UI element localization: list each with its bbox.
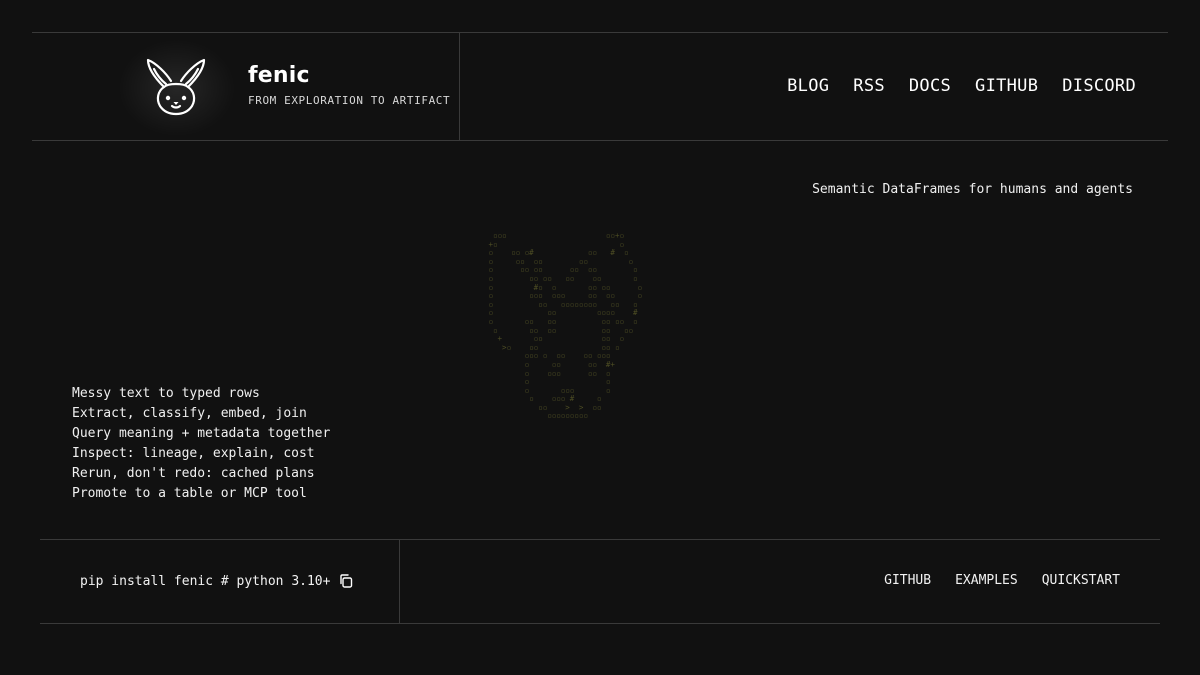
site-header: fenic FROM EXPLORATION TO ARTIFACT BLOG … <box>32 32 1168 141</box>
feature-list: Messy text to typed rows Extract, classi… <box>72 384 330 504</box>
feature-item: Query meaning + metadata together <box>72 426 331 441</box>
copy-icon[interactable] <box>338 573 354 589</box>
footer-link-quickstart[interactable]: QUICKSTART <box>1042 573 1120 588</box>
nav-rss[interactable]: RSS <box>853 76 885 96</box>
site-footer: pip install fenic # python 3.10+ GITHUB … <box>40 539 1160 624</box>
nav-github[interactable]: GITHUB <box>975 76 1038 96</box>
install-command-box: pip install fenic # python 3.10+ <box>80 573 354 589</box>
hero-subtitle: Semantic DataFrames for humans and agent… <box>812 182 1133 197</box>
footer-links: GITHUB EXAMPLES QUICKSTART <box>884 573 1120 588</box>
footer-link-github[interactable]: GITHUB <box>884 573 931 588</box>
feature-item: Inspect: lineage, explain, cost <box>72 446 315 461</box>
feature-item: Extract, classify, embed, join <box>72 406 307 421</box>
install-command: pip install fenic # python 3.10+ <box>80 573 331 589</box>
footer-link-examples[interactable]: EXAMPLES <box>955 573 1018 588</box>
nav-discord[interactable]: DISCORD <box>1062 76 1136 96</box>
brand-name[interactable]: fenic <box>248 63 310 88</box>
feature-item: Rerun, don't redo: cached plans <box>72 466 315 481</box>
nav-docs[interactable]: DOCS <box>909 76 951 96</box>
feature-item: Messy text to typed rows <box>72 386 260 401</box>
fennec-fox-icon[interactable] <box>144 57 208 117</box>
footer-divider <box>399 540 400 623</box>
header-divider <box>459 33 460 140</box>
brand-tagline: FROM EXPLORATION TO ARTIFACT <box>248 94 451 107</box>
nav-blog[interactable]: BLOG <box>787 76 829 96</box>
feature-item: Promote to a table or MCP tool <box>72 486 307 501</box>
fennec-fox-ascii-art: ▫▫▫ ▫▫+▫ +▫ ▫ ▫ ▫▫ ▫# ▫▫ # ▫ ▫ ▫▫ ▫▫ ▫▫ … <box>488 231 643 421</box>
main-nav: BLOG RSS DOCS GITHUB DISCORD <box>787 76 1136 96</box>
